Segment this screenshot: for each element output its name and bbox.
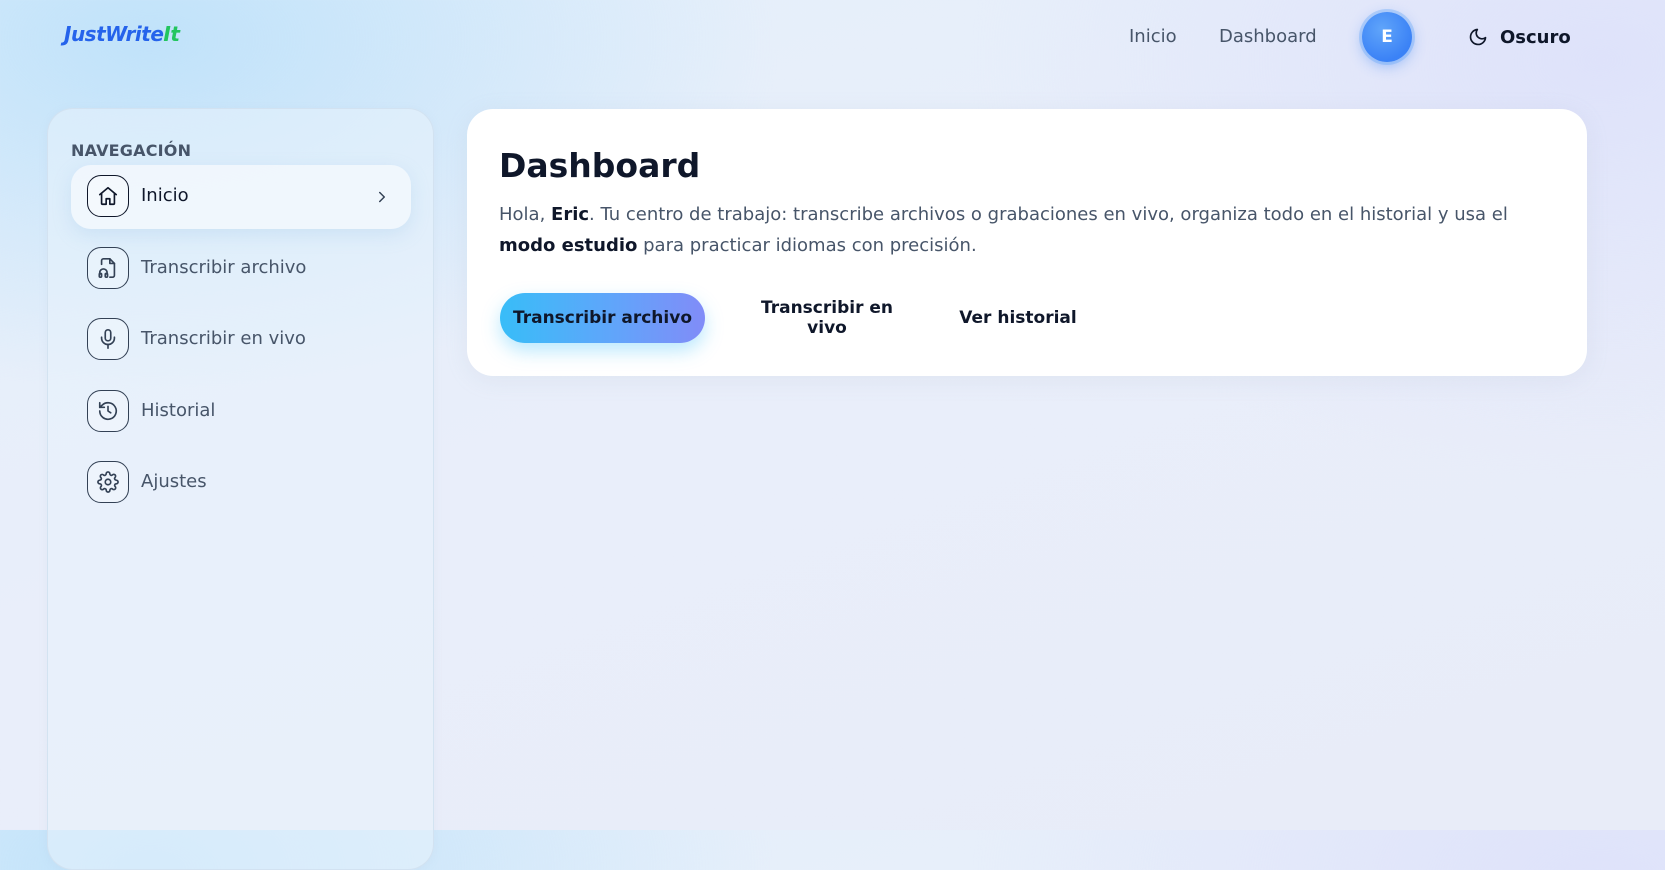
microphone-icon <box>87 318 129 360</box>
theme-toggle-label: Oscuro <box>1500 26 1571 48</box>
page-title: Dashboard <box>499 146 701 185</box>
sidebar-item-label: Transcribir archivo <box>141 257 307 278</box>
sidebar-item-label: Historial <box>141 400 216 421</box>
sidebar-item-ajustes[interactable]: Ajustes <box>71 451 411 515</box>
top-header: JustWriteIt Inicio Dashboard E Oscuro <box>0 0 1665 76</box>
sidebar-title: NAVEGACIÓN <box>71 141 192 160</box>
file-audio-icon <box>87 247 129 289</box>
gear-icon <box>87 461 129 503</box>
topnav-inicio-link[interactable]: Inicio <box>1129 26 1177 47</box>
dashboard-card: Dashboard Hola, Eric. Tu centro de traba… <box>467 109 1587 376</box>
sidebar-item-label: Transcribir en vivo <box>141 328 306 349</box>
study-mode-text: modo estudio <box>499 235 638 256</box>
welcome-description: Hola, Eric. Tu centro de trabajo: transc… <box>499 199 1529 261</box>
description-text-1: . Tu centro de trabajo: transcribe archi… <box>589 204 1508 225</box>
history-icon <box>87 390 129 432</box>
user-name: Eric <box>551 204 590 225</box>
sidebar-item-label: Inicio <box>141 185 189 206</box>
chevron-right-icon <box>373 188 391 210</box>
app-logo[interactable]: JustWriteIt <box>64 22 180 46</box>
avatar-initial: E <box>1381 27 1393 47</box>
description-text-2: para practicar idiomas con precisión. <box>637 235 977 256</box>
user-avatar[interactable]: E <box>1362 12 1412 62</box>
sidebar-item-historial[interactable]: Historial <box>71 380 411 444</box>
moon-icon <box>1468 27 1488 47</box>
transcribe-file-button[interactable]: Transcribir archivo <box>500 293 705 343</box>
home-icon <box>87 175 129 217</box>
sidebar-item-transcribir-en-vivo[interactable]: Transcribir en vivo <box>71 308 411 372</box>
sidebar-item-transcribir-archivo[interactable]: Transcribir archivo <box>71 237 411 301</box>
sidebar-item-label: Ajustes <box>141 471 207 492</box>
theme-toggle-button[interactable]: Oscuro <box>1468 20 1571 54</box>
logo-accent-text: It <box>163 22 180 46</box>
transcribe-live-button[interactable]: Transcribir en vivo <box>742 293 912 343</box>
sidebar: NAVEGACIÓN Inicio Transcribir archivo Tr… <box>47 108 434 870</box>
view-history-button[interactable]: Ver historial <box>953 293 1083 343</box>
greeting-text: Hola, <box>499 204 552 225</box>
topnav-dashboard-link[interactable]: Dashboard <box>1219 26 1317 47</box>
logo-main-text: JustWrite <box>64 22 164 46</box>
sidebar-item-inicio[interactable]: Inicio <box>71 165 411 229</box>
